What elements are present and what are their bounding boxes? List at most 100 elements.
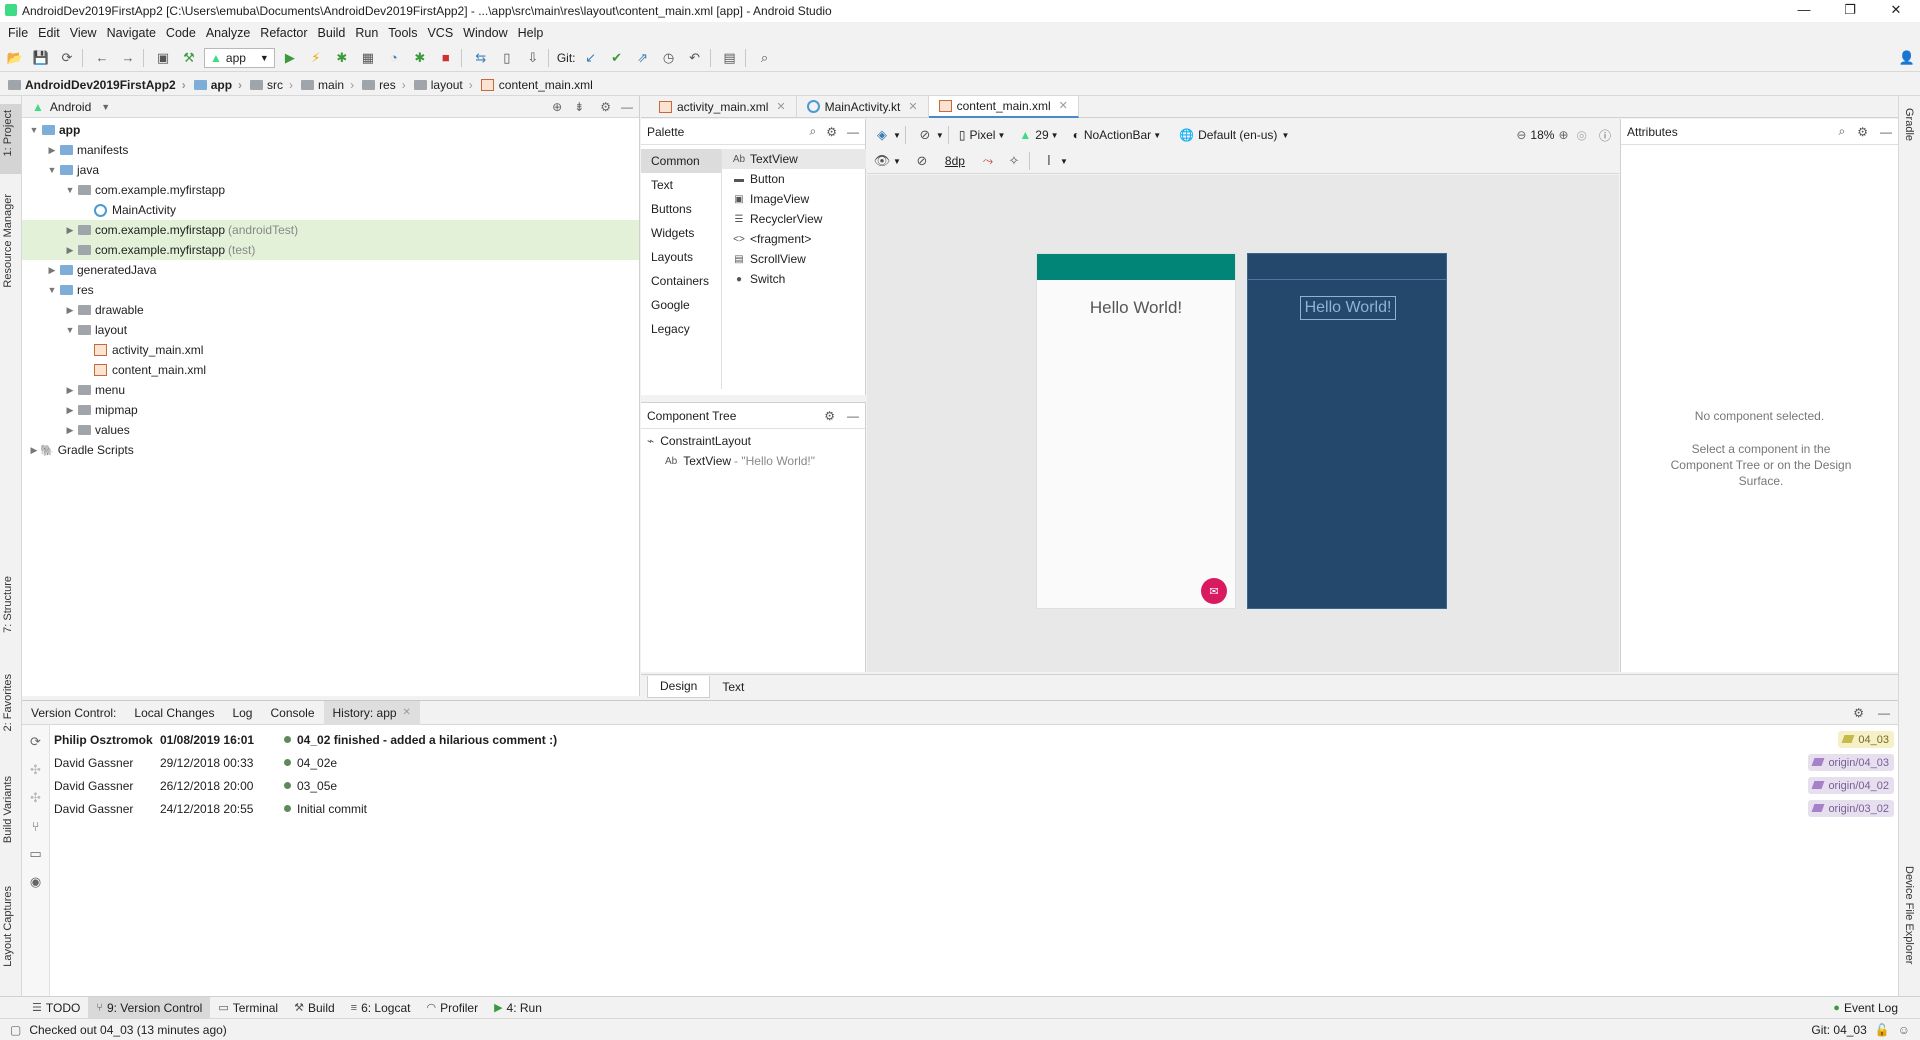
menu-help[interactable]: Help bbox=[518, 26, 544, 40]
git-update-icon[interactable]: ↙ bbox=[580, 47, 602, 69]
chevron-right-icon[interactable]: ▶ bbox=[64, 245, 76, 256]
editor-tab-content-main[interactable]: content_main.xml ✕ bbox=[928, 95, 1079, 118]
tool-tab-project[interactable]: 1: Project bbox=[2, 110, 14, 156]
user-icon[interactable]: 👤 bbox=[1896, 47, 1918, 69]
project-view-mode-select[interactable]: Android bbox=[50, 100, 91, 114]
git-compare-icon[interactable]: ⇗ bbox=[632, 47, 654, 69]
orientation-icon[interactable]: ⊘ bbox=[914, 124, 936, 146]
tool-tab-device-file-explorer[interactable]: Device File Explorer bbox=[1903, 866, 1915, 964]
attach-debugger-icon[interactable]: ✱ bbox=[409, 47, 431, 69]
autoconnect-icon[interactable]: ⊘ bbox=[911, 150, 933, 172]
branch-icon[interactable]: ⑂ bbox=[22, 815, 49, 837]
commit-row[interactable]: David Gassner 24/12/2018 20:55 Initial com… bbox=[52, 797, 1898, 820]
breadcrumb-app[interactable]: app › bbox=[193, 78, 242, 92]
hide-panel-icon[interactable]: — bbox=[847, 125, 859, 139]
chevron-down-icon[interactable]: ▼ bbox=[1060, 157, 1068, 166]
github-icon[interactable]: ◉ bbox=[22, 871, 49, 893]
design-surface[interactable]: Hello World! ✉ Hello World! bbox=[867, 175, 1619, 672]
menu-edit[interactable]: Edit bbox=[38, 26, 60, 40]
close-button[interactable]: ✕ bbox=[1873, 2, 1919, 20]
palette-category-buttons[interactable]: Buttons bbox=[641, 197, 721, 221]
branch-tag[interactable]: origin/04_03 bbox=[1808, 754, 1894, 771]
tree-item[interactable]: ▶ manifests bbox=[22, 140, 639, 160]
view-options-eye-icon[interactable]: 👁 bbox=[871, 150, 893, 172]
sync-gradle-icon[interactable]: ⇆ bbox=[470, 47, 492, 69]
commit-row[interactable]: Philip Osztromok 01/08/2019 16:01 04_02 fi… bbox=[52, 728, 1898, 751]
zoom-in-icon[interactable]: ⊕ bbox=[1558, 128, 1568, 142]
branch-tag[interactable]: origin/03_02 bbox=[1808, 800, 1894, 817]
sync-icon[interactable]: ⟳ bbox=[56, 47, 78, 69]
editor-tab-activity-main[interactable]: activity_main.xml ✕ bbox=[649, 95, 797, 118]
tool-tab-gradle[interactable]: Gradle bbox=[1903, 108, 1915, 141]
design-preview[interactable]: Hello World! ✉ bbox=[1036, 253, 1236, 609]
menu-tools[interactable]: Tools bbox=[388, 26, 417, 40]
git-branch-widget[interactable]: Git: 04_03 bbox=[1811, 1023, 1866, 1037]
palette-category-widgets[interactable]: Widgets bbox=[641, 221, 721, 245]
menu-file[interactable]: File bbox=[8, 26, 28, 40]
menu-navigate[interactable]: Navigate bbox=[107, 26, 156, 40]
palette-category-google[interactable]: Google bbox=[641, 293, 721, 317]
hide-panel-icon[interactable]: — bbox=[847, 409, 859, 423]
palette-item-recyclerview[interactable]: ☰ RecyclerView bbox=[722, 209, 866, 229]
forward-arrow-icon[interactable]: → bbox=[117, 47, 139, 69]
project-structure-icon[interactable]: ▣ bbox=[152, 47, 174, 69]
chevron-right-icon[interactable]: ▶ bbox=[46, 265, 58, 276]
minimize-button[interactable]: — bbox=[1781, 2, 1827, 20]
blueprint-preview[interactable]: Hello World! bbox=[1247, 253, 1447, 609]
menu-code[interactable]: Code bbox=[166, 26, 196, 40]
chevron-down-icon[interactable]: ▼ bbox=[936, 131, 944, 140]
tool-terminal[interactable]: ▭ Terminal bbox=[210, 997, 286, 1019]
palette-category-common[interactable]: Common bbox=[641, 149, 721, 173]
blueprint-textview[interactable]: Hello World! bbox=[1300, 296, 1396, 320]
palette-category-text[interactable]: Text bbox=[641, 173, 721, 197]
palette-category-layouts[interactable]: Layouts bbox=[641, 245, 721, 269]
editor-tab-mainactivity[interactable]: MainActivity.kt ✕ bbox=[797, 95, 929, 118]
breadcrumb-main[interactable]: main › bbox=[301, 78, 354, 92]
chevron-down-icon[interactable]: ▼ bbox=[893, 157, 901, 166]
tool-build[interactable]: ⚒ Build bbox=[286, 997, 343, 1019]
hide-panel-icon[interactable]: — bbox=[1878, 706, 1890, 720]
chevron-right-icon[interactable]: ▶ bbox=[64, 305, 76, 316]
breadcrumb-file[interactable]: content_main.xml bbox=[480, 78, 593, 92]
search-everywhere-icon[interactable]: ⌕ bbox=[754, 47, 776, 69]
branch-tag[interactable]: 04_03 bbox=[1838, 731, 1894, 748]
commit-row[interactable]: David Gassner 26/12/2018 20:00 03_05e origi… bbox=[52, 774, 1898, 797]
refresh-icon[interactable]: ⟳ bbox=[22, 731, 49, 753]
collapse-all-icon[interactable]: ⇟ bbox=[574, 100, 584, 114]
vc-tab-console[interactable]: Console bbox=[261, 701, 323, 725]
tool-tab-structure[interactable]: 7: Structure bbox=[2, 576, 14, 633]
search-icon[interactable]: ⌕ bbox=[810, 124, 817, 139]
palette-item-textview[interactable]: Ab TextView bbox=[722, 149, 866, 169]
chevron-down-icon[interactable]: ▼ bbox=[46, 285, 58, 295]
tree-item[interactable]: ▼ app bbox=[22, 120, 639, 140]
hello-world-textview[interactable]: Hello World! bbox=[1037, 298, 1235, 318]
tree-item[interactable]: ▶ values bbox=[22, 420, 639, 440]
clear-constraints-icon[interactable]: ⤳ bbox=[977, 150, 999, 172]
hide-panel-icon[interactable]: — bbox=[621, 100, 633, 114]
status-toggle-icon[interactable]: ▢ bbox=[10, 1023, 21, 1037]
tree-item[interactable]: ▼ res bbox=[22, 280, 639, 300]
palette-item-button[interactable]: ▬ Button bbox=[722, 169, 866, 189]
breadcrumb-res[interactable]: res › bbox=[362, 78, 406, 92]
warnings-icon[interactable]: ⓘ bbox=[1599, 127, 1611, 144]
git-history-icon[interactable]: ◷ bbox=[658, 47, 680, 69]
chevron-right-icon[interactable]: ▶ bbox=[28, 445, 40, 456]
branch-tag[interactable]: origin/04_02 bbox=[1808, 777, 1894, 794]
tree-item[interactable]: activity_main.xml bbox=[22, 340, 639, 360]
maximize-button[interactable]: ❐ bbox=[1827, 2, 1873, 20]
vc-tab-local-changes[interactable]: Local Changes bbox=[125, 701, 223, 725]
zoom-to-fit-icon[interactable]: ◎ bbox=[1577, 128, 1587, 142]
palette-item-switch[interactable]: ● Switch bbox=[722, 269, 866, 289]
tool-tab-favorites[interactable]: 2: Favorites bbox=[2, 674, 14, 731]
chevron-down-icon[interactable]: ▼ bbox=[893, 131, 901, 140]
chevron-right-icon[interactable]: ▶ bbox=[64, 385, 76, 396]
tree-item[interactable]: MainActivity bbox=[22, 200, 639, 220]
close-tab-icon[interactable]: ✕ bbox=[1059, 99, 1068, 112]
gear-icon[interactable]: ⚙ bbox=[1857, 125, 1868, 139]
tree-item[interactable]: ▶ generatedJava bbox=[22, 260, 639, 280]
locate-file-icon[interactable]: ⊕ bbox=[552, 100, 562, 114]
menu-view[interactable]: View bbox=[70, 26, 97, 40]
chevron-right-icon[interactable]: ▶ bbox=[64, 405, 76, 416]
tool-version-control[interactable]: ⑂ 9: Version Control bbox=[88, 996, 211, 1019]
sdk-manager-icon[interactable]: ⇩ bbox=[522, 47, 544, 69]
